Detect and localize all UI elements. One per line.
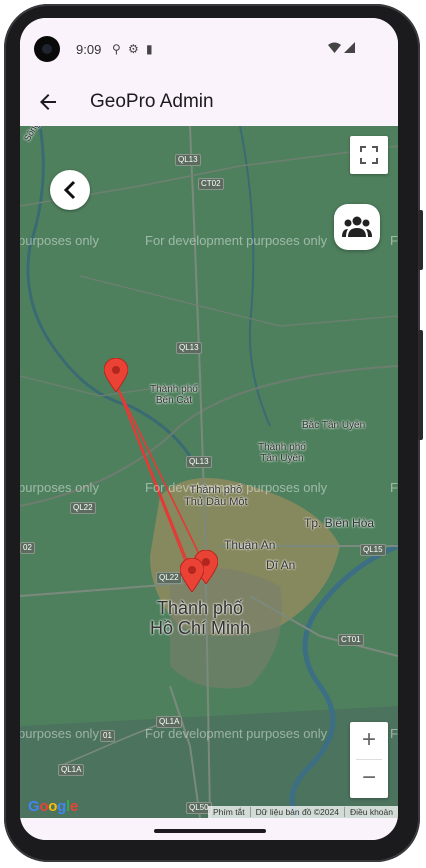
road-shield: CT02 [198, 178, 224, 190]
location-marker-icon[interactable] [104, 358, 128, 392]
app-bar: GeoPro Admin [20, 78, 398, 128]
power-button [418, 330, 423, 440]
wifi-icon [328, 42, 341, 53]
navigation-bar [20, 818, 398, 840]
usb-icon: ⚲ [112, 42, 121, 56]
place-label: Tp. Biên Hòa [304, 516, 375, 530]
map-view[interactable]: purposes only For development purposes o… [20, 126, 398, 818]
watermark: Fo [390, 233, 398, 248]
watermark: purposes only [20, 480, 99, 495]
group-users-button[interactable] [334, 204, 380, 250]
settings-icon: ⚙ [128, 42, 139, 56]
watermark: For development purposes only [145, 726, 328, 741]
watermark: purposes only [20, 233, 99, 248]
fullscreen-icon [360, 146, 378, 164]
back-arrow-icon[interactable] [36, 90, 60, 114]
volume-button [418, 210, 423, 270]
watermark: For development purposes only [145, 233, 328, 248]
map-back-button[interactable] [50, 170, 90, 210]
place-label: Thành phố Thủ Dầu Một [184, 484, 248, 508]
place-label: Dĩ An [266, 558, 296, 572]
place-label: Thuận An [224, 538, 276, 552]
page-title: GeoPro Admin [90, 91, 214, 112]
group-icon [342, 216, 372, 237]
road-shield: QL15 [360, 544, 386, 556]
sim-icon: ▮ [146, 42, 153, 56]
road-shield: QL1A [156, 716, 183, 728]
road-shield: QL1A [58, 764, 85, 776]
zoom-in-button[interactable]: + [350, 722, 388, 759]
place-label: Thành phố Bến Cát [150, 384, 198, 406]
fullscreen-button[interactable] [350, 136, 388, 174]
screen: 9:09 ⚲ ⚙ ▮ GeoPro Admin purposes only Fo… [20, 18, 398, 840]
zoom-out-button[interactable]: − [350, 760, 388, 797]
road-shield: CT01 [338, 634, 364, 646]
map-data-text: Dữ liệu bản đồ ©2024 [249, 807, 344, 817]
google-logo: Google [28, 798, 78, 815]
watermark: Fo [390, 480, 398, 495]
home-indicator[interactable] [154, 829, 266, 833]
location-marker-icon[interactable] [180, 558, 204, 592]
watermark: Fo [390, 726, 398, 741]
terms-link[interactable]: Điều khoản [343, 807, 398, 817]
status-time: 9:09 [76, 42, 102, 57]
place-label: Bắc Tân Uyên [302, 420, 366, 431]
map-attribution: Phím tắt Dữ liệu bản đồ ©2024 Điều khoản [208, 806, 398, 818]
zoom-controls: + − [350, 722, 388, 798]
signal-icon [344, 42, 355, 53]
status-bar: 9:09 ⚲ ⚙ ▮ [20, 18, 398, 62]
watermark: purposes only [20, 726, 99, 741]
front-camera [34, 36, 60, 62]
place-label: Thành phố Tân Uyên [258, 442, 306, 464]
place-label: Thành phố Hồ Chí Minh [150, 598, 251, 638]
road-shield: 01 [100, 730, 115, 742]
road-shield: QL22 [156, 572, 182, 584]
shortcuts-link[interactable]: Phím tắt [208, 807, 250, 817]
road-shield: QL13 [186, 456, 212, 468]
road-shield: 02 [20, 542, 35, 554]
road-shield: QL22 [70, 502, 96, 514]
road-shield: QL13 [175, 154, 201, 166]
chevron-left-icon [63, 180, 76, 200]
road-shield: QL13 [176, 342, 202, 354]
